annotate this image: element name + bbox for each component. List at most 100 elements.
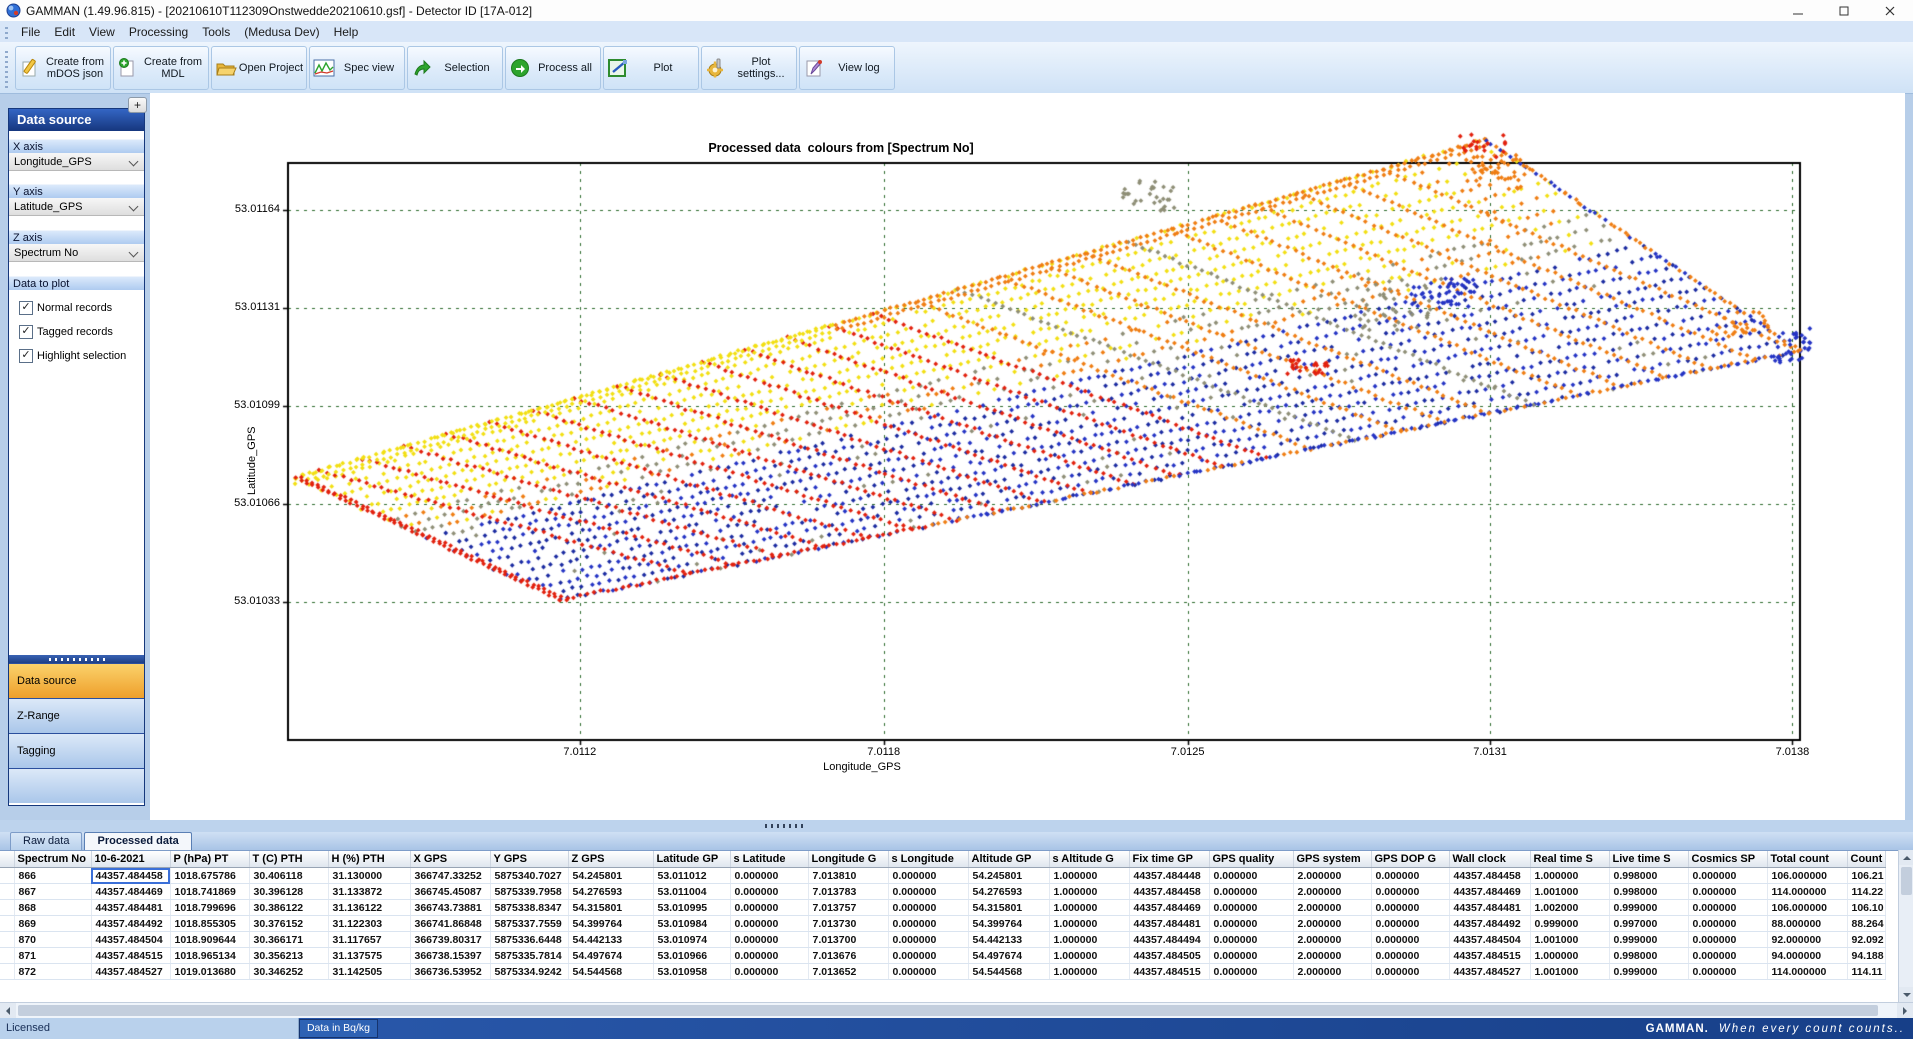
table-cell[interactable]: 1.000000 bbox=[1049, 868, 1129, 884]
table-cell[interactable]: 0.000000 bbox=[1371, 964, 1449, 980]
row-header-cell[interactable]: 872 bbox=[14, 964, 91, 980]
column-header[interactable]: P (hPa) PT bbox=[170, 851, 249, 868]
column-header[interactable]: Real time S bbox=[1530, 851, 1609, 868]
table-cell[interactable]: 94.000000 bbox=[1767, 948, 1847, 964]
table-cell[interactable]: 2.000000 bbox=[1293, 900, 1371, 916]
table-cell[interactable]: 30.366171 bbox=[249, 932, 328, 948]
table-cell[interactable]: 53.011012 bbox=[653, 868, 730, 884]
table-cell[interactable]: 54.442133 bbox=[968, 932, 1049, 948]
tab-raw-data[interactable]: Raw data bbox=[10, 832, 82, 850]
table-cell[interactable]: 54.399764 bbox=[568, 916, 653, 932]
column-header[interactable]: 10-6-2021 bbox=[91, 851, 170, 868]
table-cell[interactable]: 7.013757 bbox=[808, 900, 888, 916]
menu-tools[interactable]: Tools bbox=[195, 23, 237, 41]
table-cell[interactable]: 106.000000 bbox=[1767, 868, 1847, 884]
z-axis-select[interactable]: Spectrum No bbox=[9, 244, 144, 262]
table-cell[interactable]: 1.000000 bbox=[1049, 916, 1129, 932]
column-header[interactable]: Z GPS bbox=[568, 851, 653, 868]
row-header-cell[interactable]: 866 bbox=[14, 868, 91, 884]
spec-view-button[interactable]: Spec view bbox=[309, 46, 405, 90]
table-cell[interactable]: 1.000000 bbox=[1049, 948, 1129, 964]
column-header[interactable]: T (C) PTH bbox=[249, 851, 328, 868]
table-cell[interactable]: 30.346252 bbox=[249, 964, 328, 980]
table-cell[interactable]: 88.000000 bbox=[1767, 916, 1847, 932]
table-cell[interactable]: 0.000000 bbox=[1371, 932, 1449, 948]
table-cell[interactable]: 44357.484458 bbox=[91, 868, 170, 884]
table-cell[interactable]: 2.000000 bbox=[1293, 868, 1371, 884]
table-cell[interactable]: 53.010966 bbox=[653, 948, 730, 964]
table-cell[interactable]: 366739.80317 bbox=[410, 932, 490, 948]
row-header-cell[interactable]: 869 bbox=[14, 916, 91, 932]
close-icon[interactable] bbox=[1867, 0, 1913, 21]
table-cell[interactable]: 44357.484515 bbox=[1449, 948, 1530, 964]
table-cell[interactable]: 106.10 bbox=[1847, 900, 1885, 916]
column-header[interactable]: Altitude GP bbox=[968, 851, 1049, 868]
table-cell[interactable]: 0.000000 bbox=[888, 868, 968, 884]
table-cell[interactable]: 0.000000 bbox=[1209, 964, 1293, 980]
table-cell[interactable]: 0.000000 bbox=[730, 900, 808, 916]
column-header[interactable]: H (%) PTH bbox=[328, 851, 410, 868]
table-cell[interactable]: 44357.484504 bbox=[1449, 932, 1530, 948]
table-cell[interactable]: 54.315801 bbox=[968, 900, 1049, 916]
table-vertical-scrollbar[interactable] bbox=[1898, 850, 1913, 1002]
hscroll-thumb[interactable] bbox=[18, 1005, 1878, 1016]
vscroll-thumb[interactable] bbox=[1901, 867, 1912, 895]
table-cell[interactable]: 0.997000 bbox=[1609, 916, 1688, 932]
table-cell[interactable]: 0.998000 bbox=[1609, 948, 1688, 964]
table-cell[interactable]: 1.002000 bbox=[1530, 900, 1609, 916]
table-cell[interactable]: 5875337.7559 bbox=[490, 916, 568, 932]
table-cell[interactable]: 94.188 bbox=[1847, 948, 1885, 964]
table-cell[interactable]: 0.000000 bbox=[730, 948, 808, 964]
table-cell[interactable]: 7.013700 bbox=[808, 932, 888, 948]
table-cell[interactable]: 53.010995 bbox=[653, 900, 730, 916]
row-indicator[interactable] bbox=[0, 916, 14, 932]
column-header[interactable]: Fix time GP bbox=[1129, 851, 1209, 868]
table-cell[interactable]: 53.010984 bbox=[653, 916, 730, 932]
table-cell[interactable]: 0.999000 bbox=[1530, 916, 1609, 932]
row-header-cell[interactable]: 867 bbox=[14, 884, 91, 900]
row-header-cell[interactable]: 868 bbox=[14, 900, 91, 916]
table-cell[interactable]: 31.117657 bbox=[328, 932, 410, 948]
table-cell[interactable]: 44357.484481 bbox=[1449, 900, 1530, 916]
table-cell[interactable]: 31.142505 bbox=[328, 964, 410, 980]
table-cell[interactable]: 106.21 bbox=[1847, 868, 1885, 884]
table-cell[interactable]: 0.000000 bbox=[1209, 948, 1293, 964]
view-log-button[interactable]: View log bbox=[799, 46, 895, 90]
table-cell[interactable]: 1018.965134 bbox=[170, 948, 249, 964]
nav-z-range[interactable]: Z-Range bbox=[9, 698, 144, 733]
table-cell[interactable]: 44357.484527 bbox=[91, 964, 170, 980]
table-cell[interactable]: 54.497674 bbox=[568, 948, 653, 964]
table-cell[interactable]: 0.000000 bbox=[1209, 868, 1293, 884]
table-cell[interactable]: 7.013676 bbox=[808, 948, 888, 964]
table-cell[interactable]: 366741.86848 bbox=[410, 916, 490, 932]
table-cell[interactable]: 88.264 bbox=[1847, 916, 1885, 932]
table-cell[interactable]: 0.000000 bbox=[1688, 948, 1767, 964]
zoom-in-button[interactable]: + bbox=[128, 97, 147, 113]
table-cell[interactable]: 114.000000 bbox=[1767, 884, 1847, 900]
table-cell[interactable]: 0.000000 bbox=[888, 948, 968, 964]
nav-empty[interactable] bbox=[9, 768, 144, 803]
table-cell[interactable]: 54.442133 bbox=[568, 932, 653, 948]
menu-processing[interactable]: Processing bbox=[122, 23, 195, 41]
table-cell[interactable]: 31.130000 bbox=[328, 868, 410, 884]
table-cell[interactable]: 44357.484448 bbox=[1129, 868, 1209, 884]
tab-processed-data[interactable]: Processed data bbox=[84, 832, 191, 850]
column-header[interactable]: s Latitude bbox=[730, 851, 808, 868]
table-cell[interactable]: 2.000000 bbox=[1293, 964, 1371, 980]
horizontal-splitter[interactable] bbox=[0, 820, 1913, 832]
table-cell[interactable]: 30.386122 bbox=[249, 900, 328, 916]
menu-help[interactable]: Help bbox=[327, 23, 366, 41]
plot-canvas[interactable] bbox=[150, 93, 1905, 820]
table-cell[interactable]: 44357.484492 bbox=[91, 916, 170, 932]
table-cell[interactable]: 0.000000 bbox=[888, 916, 968, 932]
table-cell[interactable]: 44357.484481 bbox=[91, 900, 170, 916]
column-header[interactable]: GPS DOP G bbox=[1371, 851, 1449, 868]
column-header[interactable]: Cosmics SP bbox=[1688, 851, 1767, 868]
table-cell[interactable]: 53.010974 bbox=[653, 932, 730, 948]
table-cell[interactable]: 1.000000 bbox=[1049, 932, 1129, 948]
table-cell[interactable]: 0.000000 bbox=[730, 884, 808, 900]
checkbox-highlight-selection[interactable]: ✓Highlight selection bbox=[19, 349, 126, 363]
table-cell[interactable]: 7.013810 bbox=[808, 868, 888, 884]
table-cell[interactable]: 114.22 bbox=[1847, 884, 1885, 900]
table-cell[interactable]: 54.245801 bbox=[968, 868, 1049, 884]
